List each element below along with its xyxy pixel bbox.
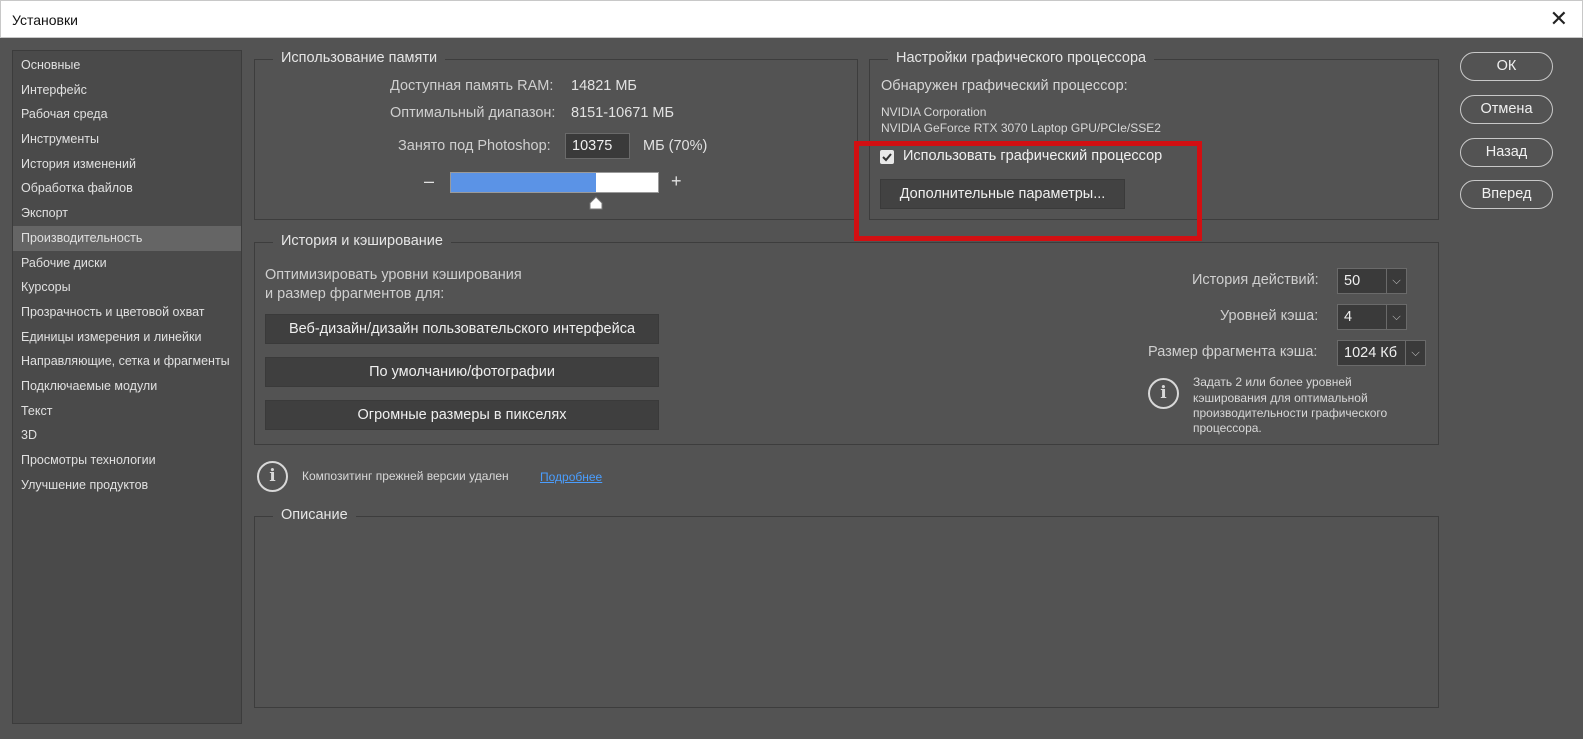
gpu-model: NVIDIA GeForce RTX 3070 Laptop GPU/PCIe/… xyxy=(881,121,1161,135)
sidebar: Основные Интерфейс Рабочая среда Инструмент… xyxy=(12,50,242,724)
sidebar-item[interactable]: Обработка файлов xyxy=(13,176,241,201)
cache-levels-label: Уровней кэша: xyxy=(1220,308,1319,324)
gpu-detected-label: Обнаружен графический процессор: xyxy=(881,78,1128,94)
forward-button[interactable]: Вперед xyxy=(1460,180,1553,209)
sidebar-item[interactable]: История изменений xyxy=(13,152,241,177)
window-title: Установки xyxy=(12,12,78,28)
memory-decrease-button[interactable]: – xyxy=(424,171,434,192)
title-bar: Установки ✕ xyxy=(0,0,1583,38)
sidebar-item[interactable]: Улучшение продуктов xyxy=(13,473,241,498)
ok-button[interactable]: ОК xyxy=(1460,52,1553,81)
photoshop-usage-label: Занято под Photoshop: xyxy=(398,138,551,154)
sidebar-item[interactable]: Курсоры xyxy=(13,275,241,300)
gpu-vendor: NVIDIA Corporation xyxy=(881,105,987,119)
sidebar-item[interactable]: Подключаемые модули xyxy=(13,374,241,399)
gpu-legend: Настройки графического процессора xyxy=(888,50,1155,66)
cache-hint-3: производительности графического xyxy=(1193,406,1388,420)
sidebar-item[interactable]: Просмотры технологии xyxy=(13,448,241,473)
optimize-line-1: Оптимизировать уровни кэширования xyxy=(265,267,522,283)
available-ram-label: Доступная память RAM: xyxy=(390,78,554,94)
description-legend: Описание xyxy=(273,507,356,523)
cache-legend: История и кэширование xyxy=(273,233,451,249)
sidebar-item[interactable]: Интерфейс xyxy=(13,78,241,103)
chevron-down-icon: ⌵ xyxy=(1405,341,1425,365)
info-icon: i xyxy=(257,461,288,492)
cache-levels-dropdown[interactable]: 4 ⌵ xyxy=(1337,304,1407,330)
sidebar-item[interactable]: 3D xyxy=(13,423,241,448)
sidebar-list: Основные Интерфейс Рабочая среда Инструмент… xyxy=(13,51,241,497)
sidebar-item[interactable]: Направляющие, сетка и фрагменты xyxy=(13,349,241,374)
sidebar-item[interactable]: Инструменты xyxy=(13,127,241,152)
info-icon: i xyxy=(1148,378,1179,409)
memory-slider-thumb[interactable] xyxy=(589,196,603,210)
sidebar-item[interactable]: Экспорт xyxy=(13,201,241,226)
sidebar-item[interactable]: Текст xyxy=(13,399,241,424)
sidebar-item[interactable]: Рабочая среда xyxy=(13,102,241,127)
cache-hint-4: процессора. xyxy=(1193,421,1262,435)
sidebar-item[interactable]: Единицы измерения и линейки xyxy=(13,325,241,350)
memory-increase-button[interactable]: + xyxy=(671,171,682,192)
photoshop-usage-unit: МБ (70%) xyxy=(643,138,708,154)
memory-legend: Использование памяти xyxy=(273,50,446,66)
sidebar-item[interactable]: Основные xyxy=(13,53,241,78)
cache-hint-1: Задать 2 или более уровней xyxy=(1193,375,1352,389)
sidebar-item[interactable]: Производительность xyxy=(13,225,241,251)
learn-more-link[interactable]: Подробнее xyxy=(540,470,602,484)
chevron-down-icon: ⌵ xyxy=(1386,305,1406,329)
cache-tile-value: 1024 Кб xyxy=(1344,345,1398,361)
history-states-label: История действий: xyxy=(1192,272,1319,288)
cache-levels-value: 4 xyxy=(1344,309,1353,325)
description-group: Описание xyxy=(254,507,1439,708)
cancel-button[interactable]: Отмена xyxy=(1460,95,1553,124)
available-ram-value: 14821 МБ xyxy=(571,78,637,94)
history-states-dropdown[interactable]: 50 ⌵ xyxy=(1337,268,1407,294)
memory-slider-fill xyxy=(451,173,596,192)
cache-tile-label: Размер фрагмента кэша: xyxy=(1148,344,1318,360)
close-icon[interactable]: ✕ xyxy=(1550,7,1568,32)
memory-slider-track[interactable] xyxy=(450,172,659,193)
legacy-compositing-text: Композитинг прежней версии удален xyxy=(302,469,509,483)
preset-web-button[interactable]: Веб-дизайн/дизайн пользовательского инте… xyxy=(265,314,659,344)
optimize-line-2: и размер фрагментов для: xyxy=(265,286,445,302)
chevron-down-icon: ⌵ xyxy=(1386,269,1406,293)
optimal-range-value: 8151-10671 МБ xyxy=(571,105,675,121)
preset-huge-button[interactable]: Огромные размеры в пикселях xyxy=(265,400,659,430)
preset-default-button[interactable]: По умолчанию/фотографии xyxy=(265,357,659,387)
cache-tile-dropdown[interactable]: 1024 Кб ⌵ xyxy=(1337,340,1426,366)
sidebar-item[interactable]: Прозрачность и цветовой охват xyxy=(13,300,241,325)
back-button[interactable]: Назад xyxy=(1460,138,1553,167)
highlight-box xyxy=(854,141,1202,241)
sidebar-item[interactable]: Рабочие диски xyxy=(13,251,241,276)
memory-group: Использование памяти xyxy=(254,50,858,220)
optimal-range-label: Оптимальный диапазон: xyxy=(390,105,556,121)
history-states-value: 50 xyxy=(1344,273,1361,289)
photoshop-usage-input[interactable]: 10375 xyxy=(565,133,630,159)
cache-hint-2: кэширования для оптимальной xyxy=(1193,391,1368,405)
